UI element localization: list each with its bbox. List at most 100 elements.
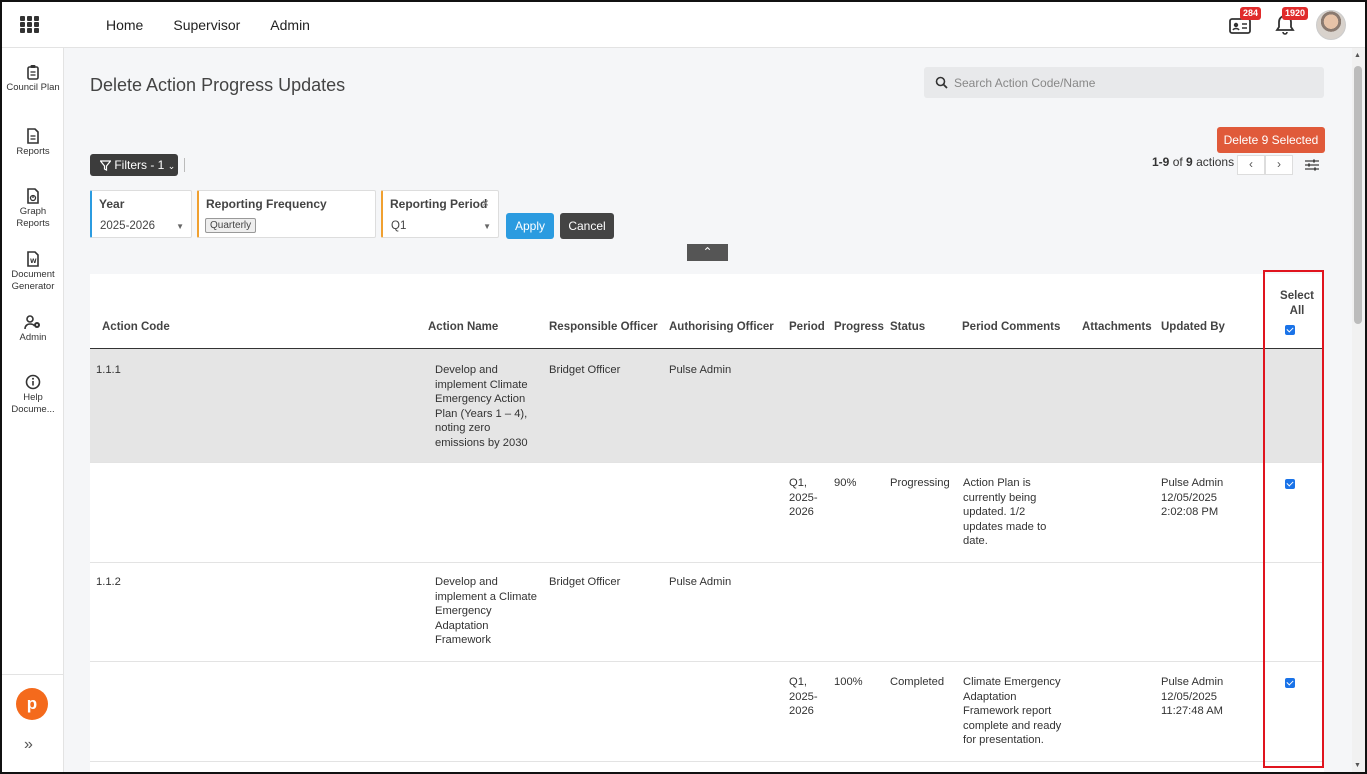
update-row[interactable]: Q1, 2025-2026 90% Progressing Action Pla… <box>90 463 1324 563</box>
filters-button[interactable]: Filters - 1 ⌄ <box>90 154 178 176</box>
update-row[interactable]: Q1, 2025-2026 100% Completed Climate Eme… <box>90 662 1324 762</box>
chevron-up-icon: ⌃ <box>702 245 713 259</box>
select-all-label: Select All <box>1280 290 1314 317</box>
year-filter[interactable]: Year 2025-2026 ▼ <box>90 190 192 238</box>
pagination-unit: actions <box>1196 155 1235 169</box>
sidebar-item-admin[interactable]: Admin <box>2 314 64 344</box>
year-filter-label: Year <box>99 197 125 211</box>
delete-selected-button[interactable]: Delete 9 Selected <box>1217 127 1325 153</box>
logo-letter: p <box>26 694 38 713</box>
pagination-of: of <box>1172 155 1183 169</box>
sidebar-item-reports[interactable]: Reports <box>2 128 64 158</box>
select-all-checkbox[interactable] <box>1285 325 1295 335</box>
main-nav: Home Supervisor Admin <box>106 2 310 48</box>
column-header-action-code[interactable]: Action Code <box>102 321 170 333</box>
sidebar-item-help[interactable]: Help Docume... <box>2 374 64 416</box>
app-window: Home Supervisor Admin 284 1920 Council P… <box>0 0 1367 774</box>
action-code: 1.1.2 <box>96 576 121 588</box>
action-name: Develop and implement a Climate Emergenc… <box>435 576 537 646</box>
update-period: Q1, 2025-2026 <box>789 676 818 717</box>
column-header-status[interactable]: Status <box>890 321 925 333</box>
divider <box>184 158 185 172</box>
column-header-responsible-officer[interactable]: Responsible Officer <box>549 321 658 333</box>
top-bar: Home Supervisor Admin 284 1920 <box>2 2 1365 48</box>
search-input[interactable] <box>954 67 1314 98</box>
column-header-period[interactable]: Period <box>789 321 825 333</box>
collapse-filters-button[interactable]: ⌃ <box>687 244 728 261</box>
nav-admin[interactable]: Admin <box>270 17 310 33</box>
update-updated-by: Pulse Admin 12/05/2025 11:27:48 AM <box>1161 676 1224 717</box>
clipboard-icon <box>27 65 39 80</box>
reporting-period-label: Reporting Period <box>390 197 488 211</box>
chevron-down-icon: ⌄ <box>167 161 176 171</box>
scroll-up-icon[interactable]: ▲ <box>1354 52 1361 59</box>
scroll-down-icon[interactable]: ▼ <box>1354 762 1361 769</box>
update-comments: Action Plan is currently being updated. … <box>963 477 1047 547</box>
update-progress: 90% <box>834 477 857 489</box>
row-select-checkbox[interactable] <box>1285 678 1295 688</box>
brand-logo[interactable]: p <box>16 688 48 720</box>
sidebar: Council Plan Reports Graph Reports W Doc… <box>2 48 64 772</box>
sidebar-item-label: Help Docume... <box>11 392 55 415</box>
action-name: Develop and implement Climate Emergency … <box>435 364 528 449</box>
avatar[interactable] <box>1316 10 1346 40</box>
sidebar-item-label: Council Plan <box>6 82 60 93</box>
action-row[interactable]: 1.1.1 Develop and implement Climate Emer… <box>90 349 1324 463</box>
messages-button[interactable]: 284 <box>1228 7 1262 37</box>
scrollbar-thumb[interactable] <box>1354 66 1362 324</box>
reporting-frequency-label: Reporting Frequency <box>206 197 327 211</box>
responsible-officer: Bridget Officer <box>549 576 621 588</box>
expand-sidebar-icon[interactable]: » <box>24 736 33 754</box>
update-comments: Climate Emergency Adaptation Framework r… <box>963 676 1062 746</box>
update-updated-by: Pulse Admin 12/05/2025 2:02:08 PM <box>1161 477 1224 518</box>
column-header-attachments[interactable]: Attachments <box>1082 321 1152 333</box>
sidebar-item-document-generator[interactable]: W Document Generator <box>2 251 64 293</box>
progress-updates-table: Action Code Action Name Responsible Offi… <box>90 274 1324 772</box>
action-row[interactable]: 1.1.2 Develop and implement a Climate Em… <box>90 563 1324 662</box>
previous-page-button[interactable]: ‹ <box>1237 155 1265 175</box>
svg-text:W: W <box>30 258 37 265</box>
next-page-button[interactable]: › <box>1265 155 1293 175</box>
sidebar-item-label: Admin <box>19 332 47 343</box>
column-header-action-name[interactable]: Action Name <box>428 321 498 333</box>
column-header-progress[interactable]: Progress <box>834 321 884 333</box>
sidebar-item-label: Graph Reports <box>16 206 50 229</box>
nav-supervisor[interactable]: Supervisor <box>173 17 240 33</box>
notifications-button[interactable]: 1920 <box>1274 7 1309 37</box>
authorising-officer: Pulse Admin <box>669 576 732 588</box>
year-filter-value: 2025-2026 <box>100 220 155 232</box>
sidebar-item-council-plan[interactable]: Council Plan <box>2 64 64 94</box>
column-header-period-comments[interactable]: Period Comments <box>962 321 1060 333</box>
user-gear-icon <box>24 315 40 330</box>
cancel-button[interactable]: Cancel <box>560 213 614 239</box>
column-settings-icon[interactable] <box>1304 158 1320 172</box>
update-period: Q1, 2025-2026 <box>789 477 818 518</box>
pagination-info: 1-9 of 9 actions <box>1152 155 1234 169</box>
pagination-total: 9 <box>1186 155 1193 169</box>
caret-down-icon: ▼ <box>176 222 184 231</box>
reporting-frequency-filter[interactable]: Reporting Frequency Quarterly <box>197 190 376 238</box>
app-grid-icon[interactable] <box>20 16 40 34</box>
update-progress: 100% <box>834 676 863 688</box>
reporting-frequency-chip: Quarterly <box>205 218 257 233</box>
filter-icon <box>99 160 112 171</box>
column-header-updated-by[interactable]: Updated By <box>1161 321 1225 333</box>
reporting-period-filter[interactable]: Reporting Period × Q1 ▼ <box>381 190 499 238</box>
sidebar-divider <box>2 674 64 675</box>
filters-button-label: Filters - 1 <box>114 158 165 172</box>
remove-filter-icon[interactable]: × <box>482 196 489 210</box>
sidebar-item-label: Reports <box>16 146 50 157</box>
pagination-range: 1-9 <box>1152 155 1170 169</box>
update-status: Progressing <box>890 477 950 489</box>
column-header-authorising-officer[interactable]: Authorising Officer <box>669 321 774 333</box>
apply-button[interactable]: Apply <box>506 213 554 239</box>
sidebar-item-graph-reports[interactable]: Graph Reports <box>2 188 64 230</box>
nav-home[interactable]: Home <box>106 17 143 33</box>
row-select-checkbox[interactable] <box>1285 479 1295 489</box>
info-icon <box>25 374 41 390</box>
update-status: Completed <box>890 676 945 688</box>
search-icon <box>935 76 948 89</box>
chevron-right-icon: › <box>1277 157 1281 171</box>
page-title: Delete Action Progress Updates <box>90 75 346 95</box>
document-icon <box>27 128 39 144</box>
